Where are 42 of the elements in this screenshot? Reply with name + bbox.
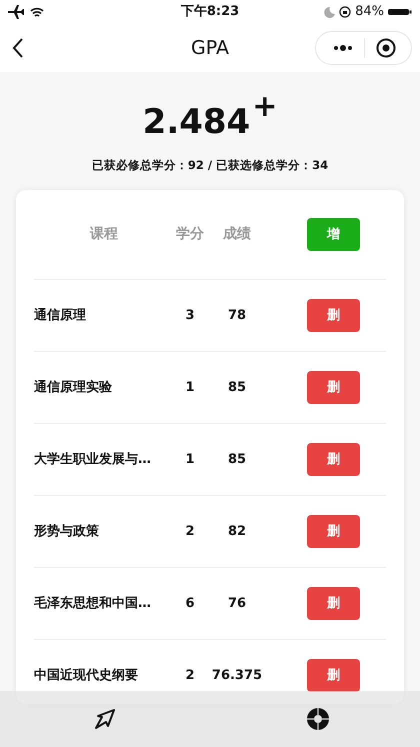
course-credits: 6	[184, 595, 196, 613]
close-icon[interactable]	[376, 38, 396, 58]
column-header: 课程	[88, 225, 119, 244]
share-icon[interactable]	[94, 708, 118, 730]
course-score: 78	[226, 307, 248, 325]
course-score: 82	[226, 523, 248, 541]
delete-button[interactable]: 删	[307, 299, 360, 332]
status-time: 下午8:23	[180, 3, 240, 22]
course-credits: 1	[184, 379, 196, 397]
wifi-icon	[30, 6, 44, 18]
course-score: 76.375	[210, 667, 264, 685]
course-name: 形势与政策	[34, 523, 100, 541]
course-score: 85	[226, 451, 248, 469]
delete-button[interactable]: 删	[307, 587, 360, 620]
course-name: 大学生职业发展与…	[34, 451, 152, 469]
delete-button[interactable]: 删	[307, 443, 360, 476]
column-header: 学分	[175, 225, 205, 244]
course-credits: 3	[184, 307, 196, 325]
delete-button[interactable]: 删	[307, 659, 360, 692]
course-name: 中国近现代史纲要	[34, 667, 139, 685]
moon-icon	[324, 6, 336, 18]
course-credits: 2	[184, 667, 196, 685]
gpa-plus-mark: +	[252, 92, 278, 126]
battery-percent: 84%	[355, 3, 384, 22]
battery-icon	[388, 7, 412, 17]
more-icon[interactable]	[333, 45, 353, 51]
add-button[interactable]: 增	[307, 218, 360, 252]
airplane-icon	[8, 5, 24, 19]
delete-button[interactable]: 删	[307, 515, 360, 548]
gpa-value: 2.484	[142, 102, 250, 142]
course-credits: 1	[184, 451, 196, 469]
course-score: 85	[226, 379, 248, 397]
course-score: 76	[226, 595, 248, 613]
course-credits: 2	[184, 523, 196, 541]
credits-summary: 已获必修总学分：92 / 已获选修总学分：34	[92, 157, 328, 174]
course-name: 通信原理	[34, 307, 87, 325]
back-icon[interactable]	[12, 38, 24, 58]
course-name: 毛泽东思想和中国…	[34, 594, 152, 613]
page-title: GPA	[191, 36, 229, 61]
course-name: 通信原理实验	[34, 378, 113, 397]
column-header: 成绩	[222, 225, 252, 244]
delete-button[interactable]: 删	[307, 371, 360, 404]
